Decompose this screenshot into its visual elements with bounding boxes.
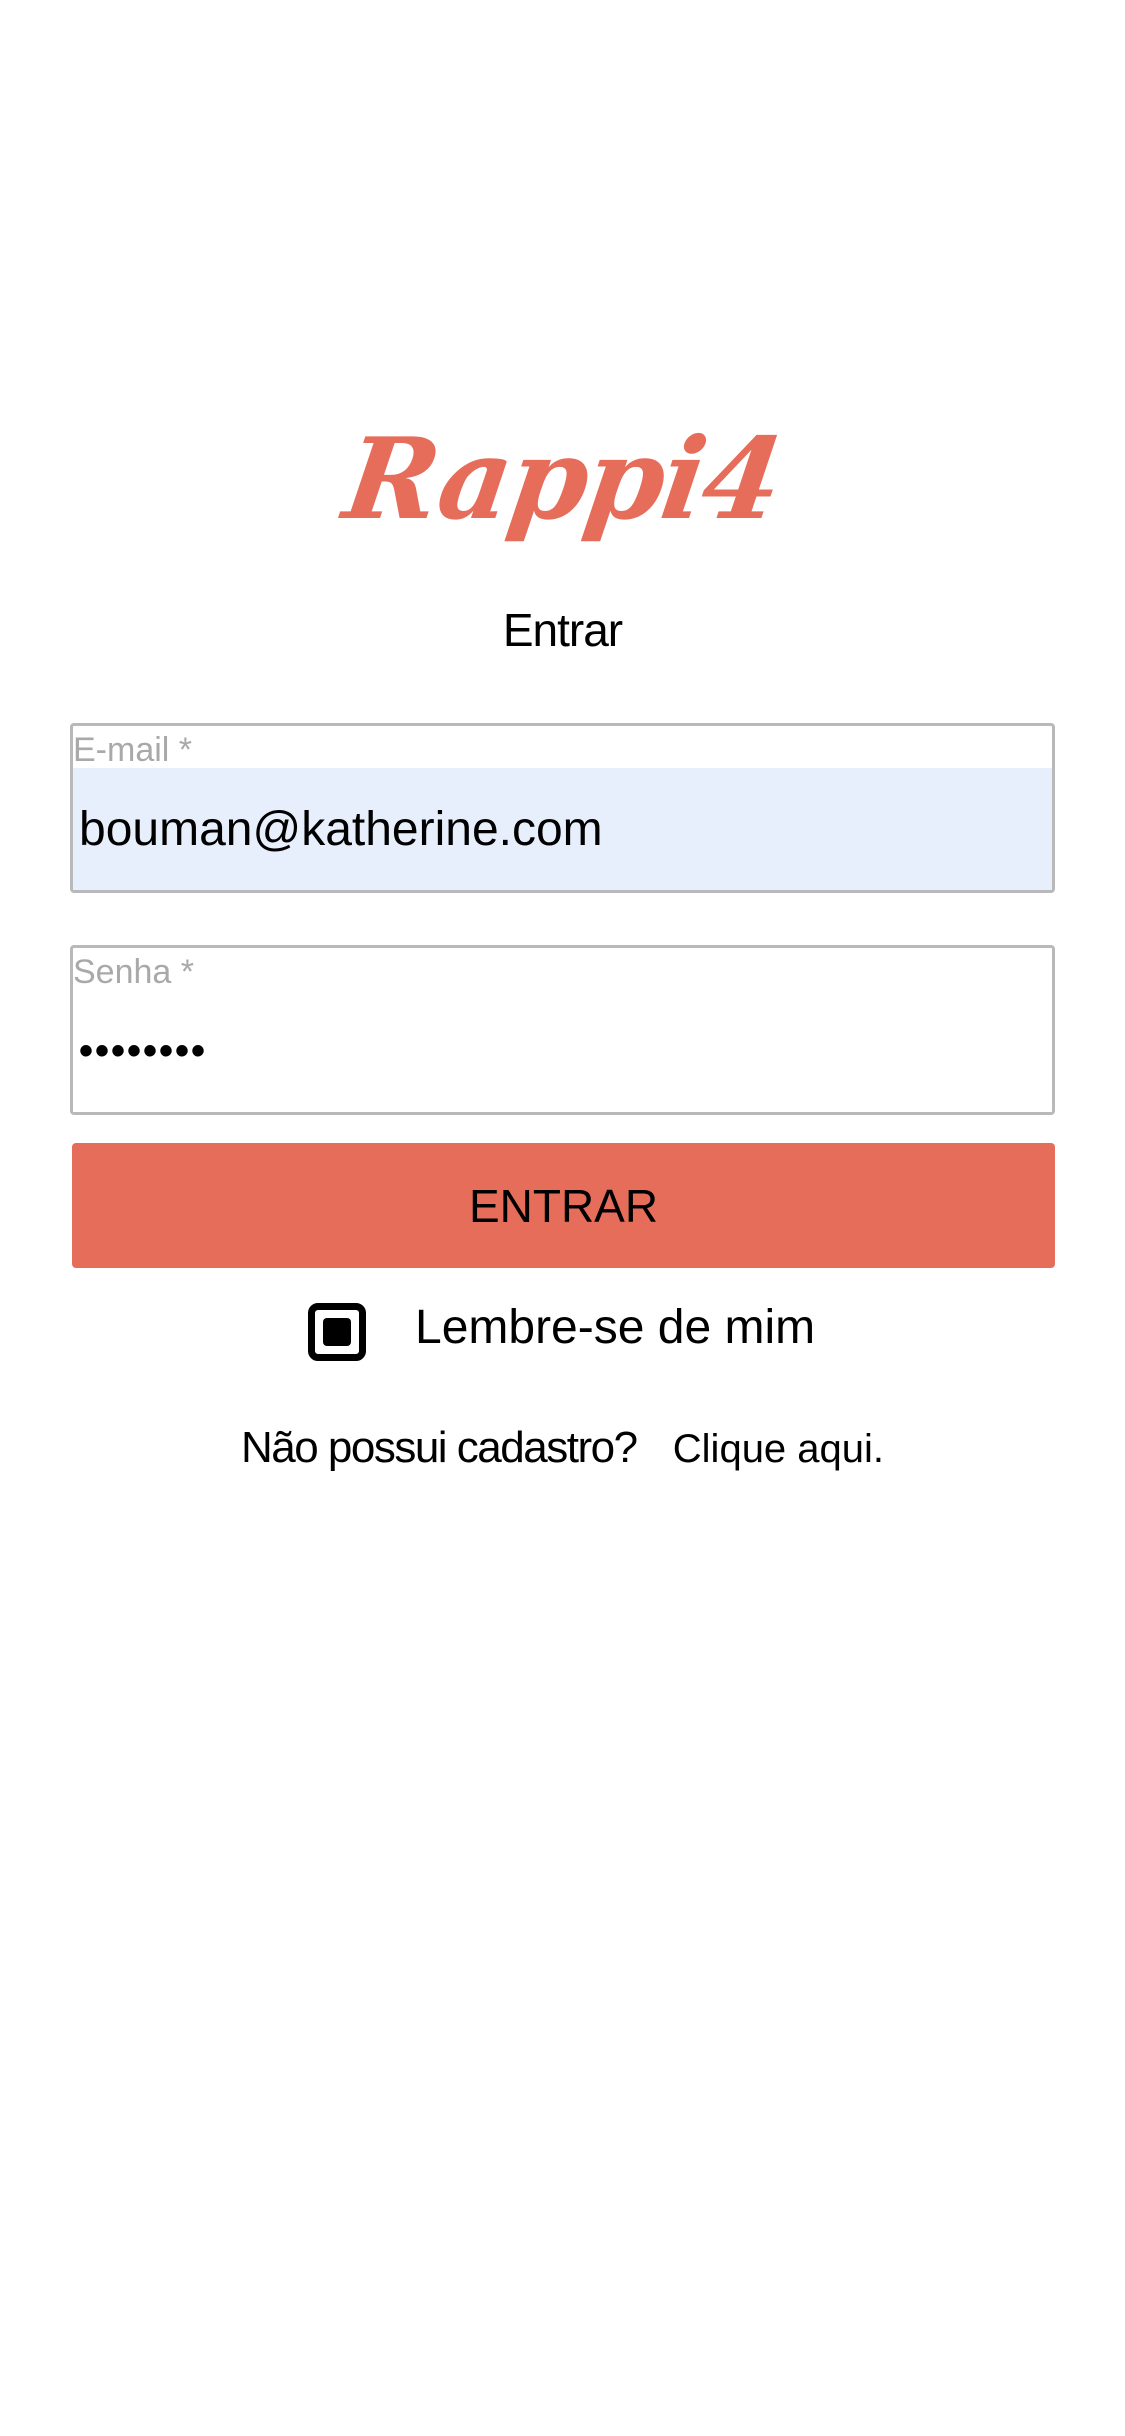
signup-prompt: Não possui cadastro? Clique aqui.	[0, 1418, 1125, 1488]
email-input[interactable]	[73, 768, 1052, 890]
remember-me-label[interactable]: Lembre-se de mim	[415, 1298, 815, 1358]
email-field-label: E-mail *	[73, 731, 193, 769]
checkbox-checked-icon	[323, 1318, 351, 1346]
login-button[interactable]: ENTRAR	[72, 1143, 1055, 1268]
app-logo: Rappi4	[0, 414, 1125, 545]
password-field[interactable]: Senha *	[70, 945, 1055, 1115]
signup-link[interactable]: Clique aqui.	[673, 1427, 884, 1471]
page-title: Entrar	[502, 604, 623, 656]
password-input[interactable]	[73, 990, 1052, 1112]
password-field-label: Senha *	[73, 953, 194, 991]
logo-text: Rappi4	[336, 414, 789, 545]
signup-question: Não possui cadastro?	[240, 1423, 638, 1472]
remember-me-checkbox[interactable]	[308, 1303, 366, 1361]
remember-me-row: Lembre-se de mim	[0, 1290, 1125, 1370]
email-field[interactable]: E-mail *	[70, 723, 1055, 893]
